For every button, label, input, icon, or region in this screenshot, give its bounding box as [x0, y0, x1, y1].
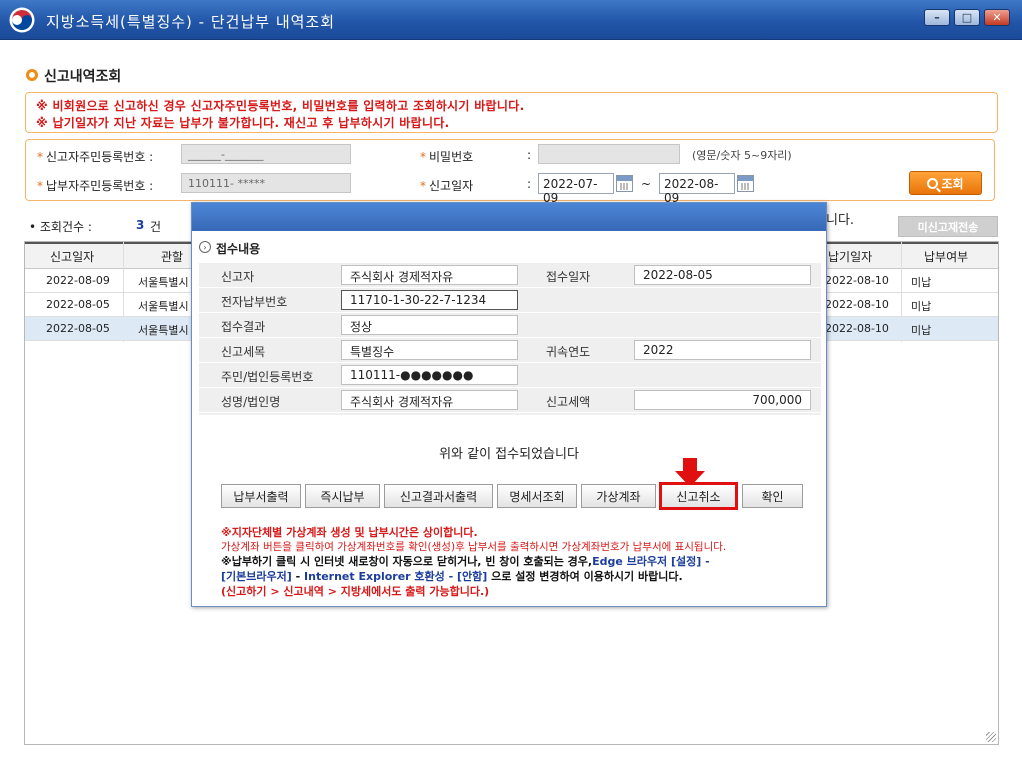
- reporter-label: 신고자: [221, 270, 255, 284]
- row-paid: 미납: [911, 300, 932, 313]
- tax-item-label: 신고세목: [221, 345, 266, 359]
- chevron-right-icon: ›: [199, 241, 211, 253]
- done-message: 위와 같이 접수되었습니다: [439, 447, 579, 462]
- row-paid: 미납: [911, 276, 932, 289]
- title-bar: 지방소득세(특별징수) - 단건납부 내역조회 – □ ✕: [0, 0, 1022, 40]
- amount-value: 700,000: [634, 390, 811, 410]
- column-header: 신고일자: [50, 250, 95, 264]
- password-hint: (영문/숫자 5~9자리): [692, 149, 792, 162]
- notice-box: ※ 비회원으로 신고하신 경우 신고자주민등록번호, 비밀번호를 입력하고 조회…: [25, 92, 998, 133]
- notice-line-2: ※ 납기일자가 지난 자료는 납부가 불가합니다. 재신고 후 납부하시기 바랍…: [36, 116, 450, 130]
- notice-line-1: ※ 비회원으로 신고하신 경우 신고자주민등록번호, 비밀번호를 입력하고 조회…: [36, 99, 525, 113]
- note-print-path: (신고하기 > 신고내역 > 지방세에서도 출력 가능합니다.): [221, 585, 490, 598]
- section-bullet-icon: [26, 69, 38, 81]
- note-browser-settings: [기본브라우저] - Internet Explorer 호환성 - [안함] …: [221, 570, 683, 583]
- year-label: 귀속연도: [546, 345, 591, 359]
- received-date-label: 접수일자: [546, 270, 591, 284]
- epay-number-value[interactable]: 11710-1-30-22-7-1234: [341, 290, 518, 310]
- search-icon: [927, 177, 939, 189]
- row-due: 2022-08-10: [825, 298, 889, 311]
- row-due: 2022-08-10: [825, 322, 889, 335]
- row-date: 2022-08-05: [46, 322, 110, 335]
- search-form: [25, 139, 995, 201]
- reporter-id-label: * 신고자주민등록번호 :: [37, 150, 154, 164]
- resize-grip[interactable]: [986, 732, 996, 742]
- report-date-colon: :: [527, 177, 532, 191]
- password-input[interactable]: [538, 144, 680, 164]
- column-header: 관할: [161, 250, 184, 264]
- reporter-value: 주식회사 경제적자유: [341, 265, 518, 285]
- result-value: 정상: [341, 315, 518, 335]
- close-icon: ✕: [992, 11, 1002, 24]
- row-due: 2022-08-10: [825, 274, 889, 287]
- view-statement-button[interactable]: 명세서조회: [497, 484, 577, 508]
- date-separator: ~: [641, 177, 652, 191]
- regno-value: 110111-●●●●●●●: [341, 365, 518, 385]
- receipt-table: 신고자 주식회사 경제적자유 접수일자 2022-08-05 전자납부번호 11…: [199, 263, 821, 415]
- epay-number-label: 전자납부번호: [221, 295, 288, 309]
- pay-now-button[interactable]: 즉시납부: [305, 484, 380, 508]
- row-office: 서울특별시: [138, 300, 189, 313]
- row-paid: 미납: [911, 324, 932, 337]
- note-browser: ※납부하기 클릭 시 인터넷 새로창이 자동으로 닫히거나, 빈 창이 호출되는…: [221, 555, 710, 568]
- close-button[interactable]: ✕: [984, 9, 1010, 26]
- confirm-button[interactable]: 확인: [742, 484, 803, 508]
- column-header: 납부여부: [924, 250, 969, 264]
- year-value: 2022: [634, 340, 811, 360]
- partially-hidden-text: 니다.: [826, 213, 855, 228]
- receipt-dialog: › 접수내용 신고자 주식회사 경제적자유 접수일자 2022-08-05 전자…: [191, 202, 827, 607]
- payer-id-label: * 납부자주민등록번호 :: [37, 179, 154, 193]
- page-title: 신고내역조회: [44, 69, 122, 85]
- password-colon: :: [527, 148, 532, 162]
- column-header: 납기일자: [828, 250, 873, 264]
- row-date: 2022-08-09: [46, 274, 110, 287]
- regno-label: 주민/법인등록번호: [221, 370, 314, 384]
- result-count-unit: 건: [150, 220, 162, 234]
- name-label: 성명/법인명: [221, 395, 281, 409]
- maximize-button[interactable]: □: [954, 9, 980, 26]
- dialog-section-title: 접수내용: [216, 242, 261, 256]
- calendar-icon[interactable]: [737, 175, 754, 192]
- payer-id-input[interactable]: 110111- *****: [181, 173, 351, 193]
- print-payment-slip-button[interactable]: 납부서출력: [221, 484, 301, 508]
- tax-item-value: 특별징수: [341, 340, 518, 360]
- row-date: 2022-08-05: [46, 298, 110, 311]
- print-result-button[interactable]: 신고결과서출력: [384, 484, 493, 508]
- received-date-value: 2022-08-05: [634, 265, 811, 285]
- date-from-input[interactable]: 2022-07-09: [538, 173, 614, 205]
- resend-button[interactable]: 미신고재전송: [898, 216, 998, 237]
- reporter-id-input[interactable]: ______-_______: [181, 144, 351, 164]
- maximize-icon: □: [961, 11, 973, 24]
- result-count-value: 3: [136, 218, 145, 232]
- minimize-button[interactable]: –: [924, 9, 950, 26]
- report-date-label: * 신고일자: [420, 179, 474, 193]
- dialog-header-bar: [192, 203, 826, 231]
- note-virtual-account: ※지자단체별 가상계좌 생성 및 납부시간은 상이합니다.: [221, 526, 478, 539]
- korea-emblem-icon: [9, 7, 35, 33]
- search-button[interactable]: 조회: [909, 171, 982, 195]
- result-count-label: • 조회건수 :: [29, 220, 92, 234]
- name-value: 주식회사 경제적자유: [341, 390, 518, 410]
- row-office: 서울특별시: [138, 276, 189, 289]
- row-office: 서울특별시: [138, 324, 189, 337]
- result-label: 접수결과: [221, 320, 266, 334]
- password-label: * 비밀번호: [420, 150, 474, 164]
- virtual-account-button[interactable]: 가상계좌: [581, 484, 656, 508]
- cancel-report-button[interactable]: 신고취소: [659, 482, 738, 510]
- amount-label: 신고세액: [546, 395, 591, 409]
- calendar-icon[interactable]: [616, 175, 633, 192]
- window-title: 지방소득세(특별징수) - 단건납부 내역조회: [46, 13, 336, 31]
- minimize-icon: –: [934, 11, 940, 24]
- note-virtual-account-detail: 가상계좌 버튼을 클릭하여 가상계좌번호를 확인(생성)후 납부서를 출력하시면…: [221, 541, 727, 553]
- date-to-input[interactable]: 2022-08-09: [659, 173, 735, 205]
